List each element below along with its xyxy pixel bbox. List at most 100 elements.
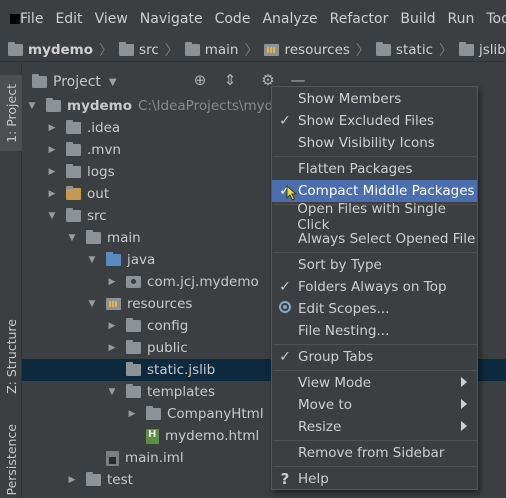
expanded-arrow-icon[interactable]: ▼ [86, 298, 98, 310]
breadcrumb-item-mydemo[interactable]: mydemo 〉 [8, 40, 119, 60]
folder-icon [459, 41, 474, 56]
breadcrumb-separator-icon: 〉 [355, 42, 370, 59]
checkmark-icon: ✓ [279, 279, 291, 295]
folder-icon [66, 208, 81, 222]
breadcrumb-separator-icon: 〉 [439, 42, 453, 59]
breadcrumb-item-jslib[interactable]: jslib [459, 41, 506, 58]
menu-item-resize[interactable]: Resize [272, 416, 477, 438]
no-arrow [86, 452, 98, 464]
menu-bar: File Edit View Navigate Code Analyze Ref… [0, 0, 506, 38]
menu-run[interactable]: Run [442, 11, 481, 27]
folder-icon [126, 362, 141, 376]
menu-edit[interactable]: Edit [49, 11, 88, 27]
html-file-icon [146, 428, 159, 444]
submenu-arrow-icon [461, 399, 467, 409]
menu-item-view-mode[interactable]: View Mode [272, 372, 477, 394]
menu-item-file-nesting[interactable]: File Nesting... [272, 320, 477, 342]
panel-title: Project [53, 74, 101, 90]
checkmark-icon: ✓ [279, 113, 291, 129]
folder-icon [66, 142, 81, 156]
menu-separator [273, 370, 478, 371]
menu-item-show-members[interactable]: Show Members [272, 88, 477, 110]
breadcrumb-item-static[interactable]: static 〉 [375, 40, 459, 60]
left-tool-strip: 1: Project Z: Structure Persistence [0, 63, 22, 498]
breadcrumb-item-main[interactable]: main 〉 [184, 40, 265, 60]
scope-radio-icon [279, 301, 291, 313]
project-folder-icon [32, 74, 47, 88]
menu-analyze[interactable]: Analyze [256, 11, 323, 27]
folder-icon [126, 384, 141, 398]
menu-item-flatten-packages[interactable]: Flatten Packages [272, 158, 477, 180]
menu-item-move-to[interactable]: Move to [272, 394, 477, 416]
collapse-all-icon[interactable]: ⇕ [221, 71, 239, 89]
menu-item-sort-by-type[interactable]: Sort by Type [272, 254, 477, 276]
chevron-down-icon: ▼ [108, 76, 117, 88]
collapsed-arrow-icon[interactable]: ▶ [106, 342, 118, 354]
menu-separator [273, 344, 478, 345]
breadcrumb-item-src[interactable]: src 〉 [119, 40, 185, 60]
folder-icon [119, 41, 135, 56]
tool-tab-structure[interactable]: Z: Structure [0, 319, 22, 394]
expanded-arrow-icon[interactable]: ▼ [26, 100, 38, 112]
folder-icon [126, 318, 141, 332]
menu-item-group-tabs[interactable]: ✓ Group Tabs [272, 346, 477, 368]
menu-item-open-files-single-click[interactable]: Open Files with Single Click [272, 201, 477, 233]
menu-view[interactable]: View [89, 11, 134, 27]
menu-item-help[interactable]: ? Help [272, 468, 477, 490]
collapsed-arrow-icon[interactable]: ▶ [46, 166, 58, 178]
menu-item-show-excluded-files[interactable]: ✓ Show Excluded Files [272, 110, 477, 132]
expanded-arrow-icon[interactable]: ▼ [86, 254, 98, 266]
breadcrumb-item-resources[interactable]: resources 〉 [264, 40, 375, 60]
submenu-arrow-icon [461, 377, 467, 387]
help-icon: ? [280, 470, 290, 488]
submenu-arrow-icon [461, 421, 467, 431]
menu-build[interactable]: Build [394, 11, 441, 27]
menu-refactor[interactable]: Refactor [324, 11, 395, 27]
no-arrow [106, 364, 118, 376]
menu-item-always-select-opened-file[interactable]: Always Select Opened File [272, 228, 477, 250]
menu-item-folders-always-on-top[interactable]: ✓ Folders Always on Top [272, 276, 477, 298]
checkmark-icon: ✓ [279, 349, 291, 365]
menu-code[interactable]: Code [209, 11, 257, 27]
menu-tools[interactable]: Tools [480, 11, 506, 27]
source-folder-icon [106, 252, 121, 266]
resources-folder-icon [106, 298, 121, 310]
menu-item-show-visibility-icons[interactable]: Show Visibility Icons [272, 132, 477, 154]
collapsed-arrow-icon[interactable]: ▶ [46, 122, 58, 134]
menu-item-edit-scopes[interactable]: Edit Scopes... [272, 298, 477, 320]
breadcrumb-separator-icon: 〉 [99, 42, 114, 59]
collapsed-arrow-icon[interactable]: ▶ [126, 408, 138, 420]
iml-file-icon [106, 450, 119, 466]
gear-options-menu: Show Members ✓ Show Excluded Files Show … [271, 86, 478, 490]
collapsed-arrow-icon[interactable]: ▶ [106, 320, 118, 332]
folder-icon [146, 406, 161, 420]
folder-icon [86, 230, 101, 244]
collapsed-arrow-icon[interactable]: ▶ [66, 474, 78, 486]
folder-icon [184, 41, 200, 56]
collapsed-arrow-icon[interactable]: ▶ [46, 144, 58, 156]
folder-icon [66, 164, 81, 178]
menu-navigate[interactable]: Navigate [134, 11, 209, 27]
tool-tab-project[interactable]: 1: Project [0, 75, 22, 151]
expanded-arrow-icon[interactable]: ▼ [66, 232, 78, 244]
breadcrumb-separator-icon: 〉 [244, 42, 259, 59]
folder-icon [126, 340, 141, 354]
collapsed-arrow-icon[interactable]: ▶ [46, 188, 58, 200]
expanded-arrow-icon[interactable]: ▼ [106, 386, 118, 398]
tool-tab-persistence[interactable]: Persistence [0, 424, 22, 496]
menu-item-compact-middle-packages[interactable]: ✓ Compact Middle Packages [272, 180, 477, 202]
target-icon[interactable]: ⊕ [191, 71, 209, 89]
expanded-arrow-icon[interactable]: ▼ [46, 210, 58, 222]
mouse-cursor-icon [286, 185, 298, 201]
collapsed-arrow-icon[interactable]: ▶ [106, 276, 118, 288]
breadcrumb: mydemo 〉 src 〉 main 〉 resources 〉 static… [0, 38, 506, 62]
package-icon [126, 276, 141, 288]
folder-icon [66, 186, 81, 200]
menu-item-remove-from-sidebar[interactable]: Remove from Sidebar [272, 442, 477, 464]
menu-separator [273, 466, 478, 467]
folder-icon [8, 41, 23, 56]
no-arrow [126, 430, 138, 442]
menu-separator [273, 440, 478, 441]
folder-icon [375, 41, 391, 56]
project-view-selector[interactable]: Project ▼ [32, 74, 117, 90]
